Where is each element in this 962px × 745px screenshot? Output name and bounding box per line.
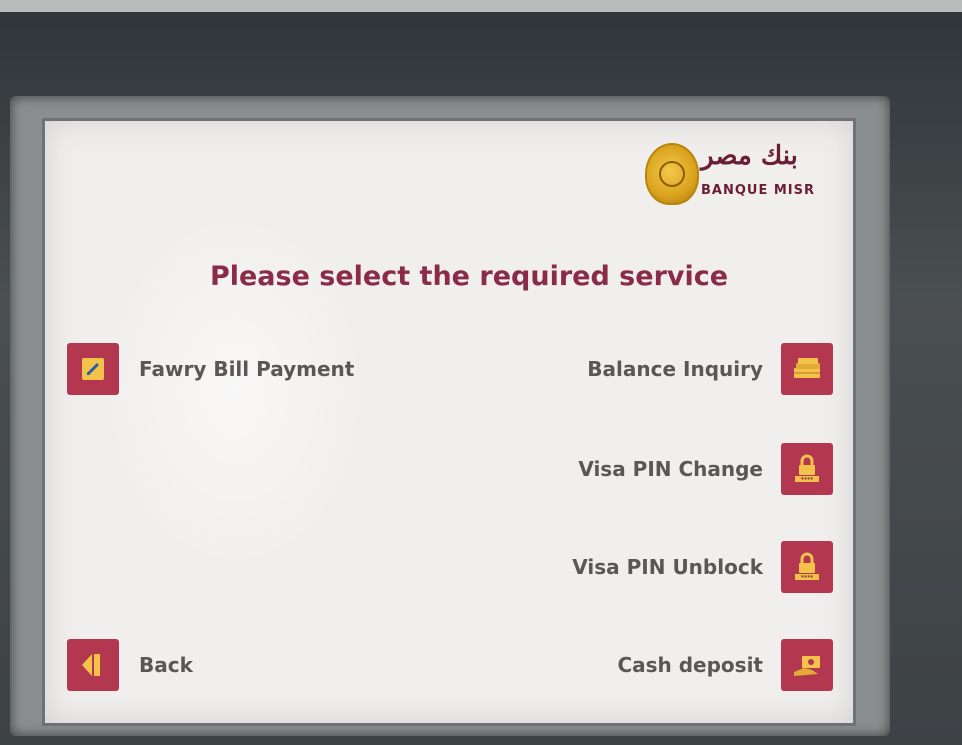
visa-pin-unblock-label: Visa PIN Unblock [572,555,763,579]
bank-name-english: BANQUE MISR [701,183,816,198]
bank-logo: بنك مصر BANQUE MISR [637,135,837,215]
back-label: Back [139,653,193,677]
fawry-bill-payment-label: Fawry Bill Payment [139,357,355,381]
back-arrow-icon [67,639,119,691]
cash-deposit-label: Cash deposit [617,653,763,677]
bezel-top-edge [0,0,962,12]
page-title: Please select the required service [209,261,729,292]
money-stack-icon [781,343,833,395]
cash-deposit-icon [781,639,833,691]
atm-screen: بنك مصر BANQUE MISR Please select the re… [42,118,856,726]
balance-inquiry-button[interactable]: Balance Inquiry [587,343,833,395]
visa-pin-change-button[interactable]: Visa PIN Change **** [578,443,833,495]
back-button[interactable]: Back [67,639,193,691]
bill-payment-icon [67,343,119,395]
fawry-bill-payment-button[interactable]: Fawry Bill Payment [67,343,354,395]
visa-pin-unblock-button[interactable]: Visa PIN Unblock **** [572,541,833,593]
cash-deposit-button[interactable]: Cash deposit [617,639,833,691]
svg-text:****: **** [801,477,814,484]
bank-seal-icon [645,143,699,205]
lock-pin-icon: **** [781,443,833,495]
svg-text:****: **** [801,575,814,582]
unlock-pin-icon: **** [781,541,833,593]
atm-bezel: بنك مصر BANQUE MISR Please select the re… [0,0,962,745]
bank-name-arabic: بنك مصر [701,141,798,171]
visa-pin-change-label: Visa PIN Change [578,457,763,481]
balance-inquiry-label: Balance Inquiry [587,357,763,381]
